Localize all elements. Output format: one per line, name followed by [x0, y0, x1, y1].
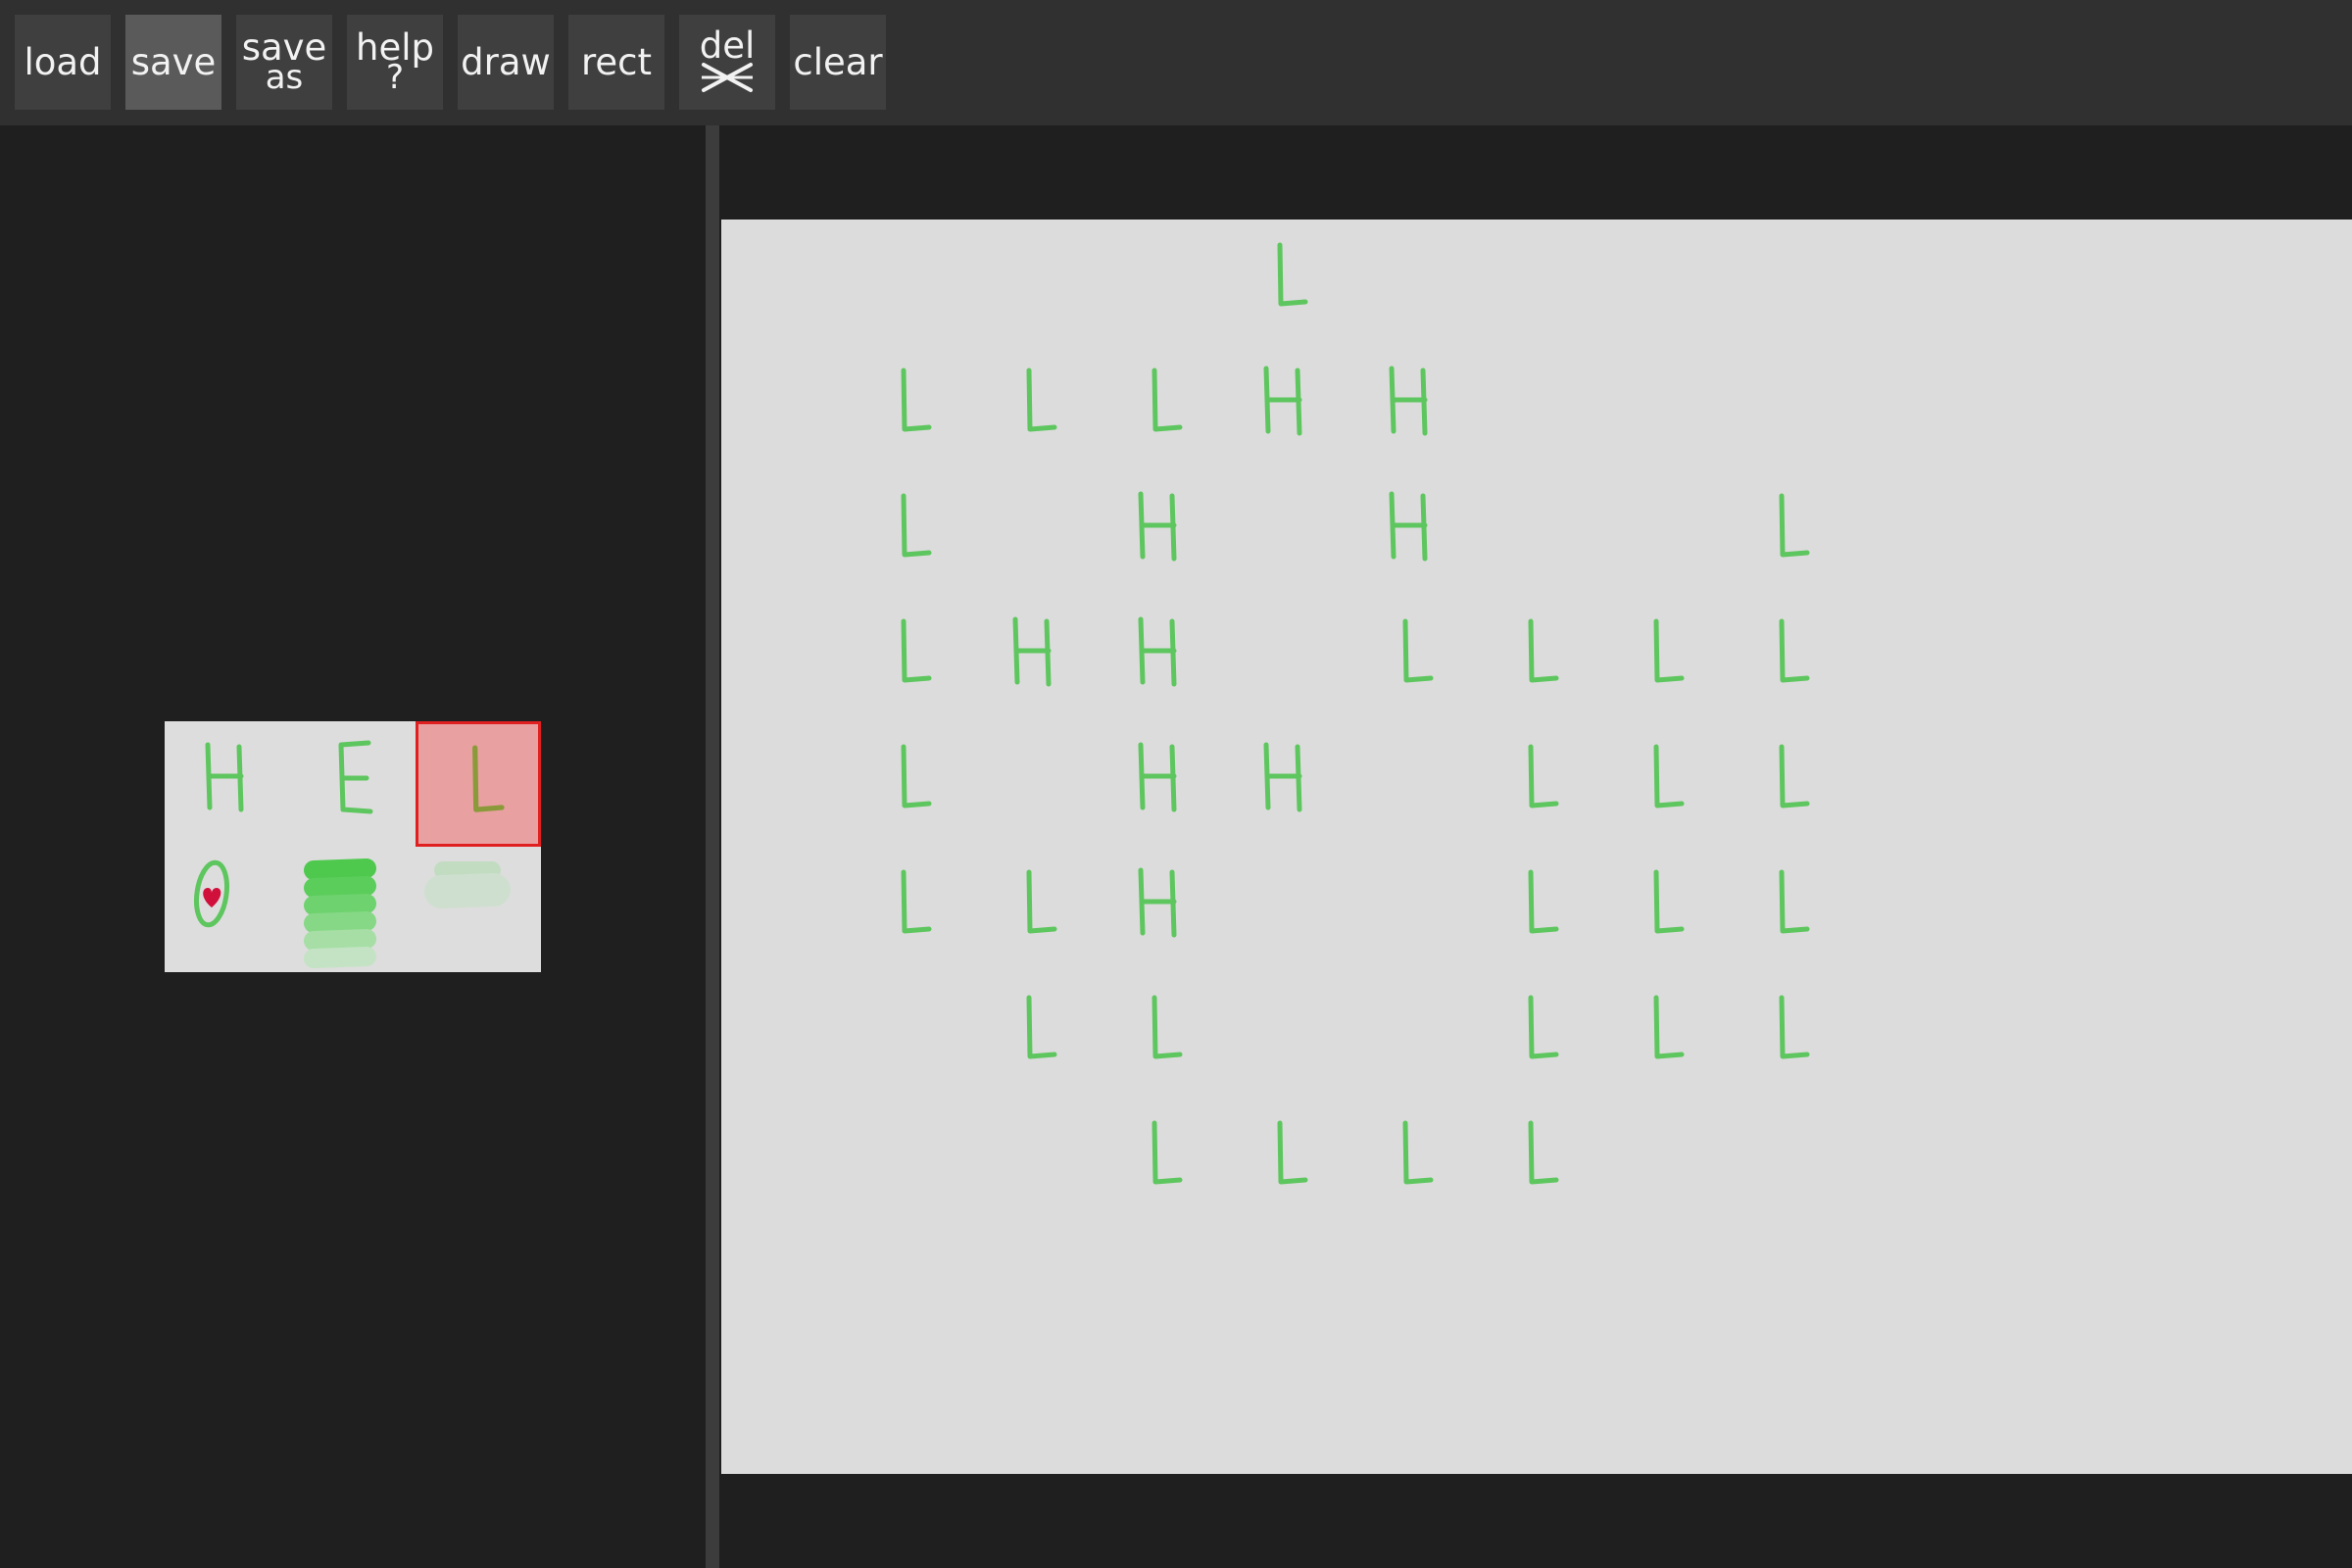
- zero-heart-icon: [193, 859, 230, 928]
- glyph-l-icon: [472, 745, 505, 812]
- canvas-glyph-h: [1389, 491, 1428, 562]
- canvas-glyph-h: [1138, 742, 1177, 812]
- panel-splitter[interactable]: [706, 125, 719, 1568]
- canvas-glyph-l: [1779, 618, 1810, 683]
- help-button-label-2: ?: [385, 57, 405, 97]
- canvas-glyph-h: [1138, 616, 1177, 687]
- canvas-glyph-l: [1277, 242, 1308, 307]
- canvas-glyph-h: [1012, 616, 1052, 687]
- drawing-canvas[interactable]: [721, 220, 2352, 1474]
- palette-tile-e[interactable]: [290, 721, 416, 847]
- palette-tile-zero-heart[interactable]: [165, 847, 290, 972]
- clear-button[interactable]: clear: [790, 15, 886, 110]
- canvas-glyph-l: [1402, 618, 1434, 683]
- palette-tile-h[interactable]: [165, 721, 290, 847]
- canvas-glyph-l: [1653, 995, 1685, 1059]
- canvas-glyph-l: [1779, 744, 1810, 808]
- canvas-glyph-l: [1026, 869, 1057, 934]
- canvas-glyph-l: [1528, 744, 1559, 808]
- canvas-glyph-h: [1263, 742, 1302, 812]
- rect-button[interactable]: rect: [568, 15, 664, 110]
- delete-button-label-1: del: [699, 24, 756, 67]
- draw-button-label-1: draw: [461, 40, 551, 83]
- glyph-e-icon: [338, 740, 373, 814]
- canvas-glyph-l: [1152, 1120, 1183, 1185]
- canvas-glyph-l: [1026, 995, 1057, 1059]
- draw-button[interactable]: draw: [458, 15, 554, 110]
- canvas-glyph-h: [1389, 366, 1428, 436]
- canvas-glyph-l: [901, 744, 932, 808]
- cross-icon: [702, 62, 753, 92]
- canvas-glyph-l: [901, 869, 932, 934]
- canvas-glyph-l: [1528, 618, 1559, 683]
- save-button[interactable]: save: [125, 15, 221, 110]
- canvas-glyph-l: [901, 368, 932, 432]
- glyph-h-icon: [205, 742, 244, 812]
- canvas-glyph-l: [1653, 618, 1685, 683]
- canvas-glyph-l: [1528, 869, 1559, 934]
- palette-tile-l[interactable]: [416, 721, 541, 847]
- canvas-glyph-l: [1152, 995, 1183, 1059]
- palette-tile-green-stack[interactable]: [290, 847, 416, 972]
- rect-button-label-1: rect: [580, 40, 652, 83]
- canvas-glyph-l: [1528, 995, 1559, 1059]
- canvas-glyph-l: [1779, 869, 1810, 934]
- load-button[interactable]: load: [15, 15, 111, 110]
- canvas-glyph-h: [1138, 491, 1177, 562]
- canvas-glyph-l: [1528, 1120, 1559, 1185]
- tile-palette: [165, 721, 541, 972]
- save-as-button-label-2: as: [265, 57, 304, 97]
- canvas-glyph-l: [1779, 493, 1810, 558]
- canvas-glyph-l: [1653, 744, 1685, 808]
- canvas-glyph-l: [1653, 869, 1685, 934]
- palette-tile-faint-stack[interactable]: [416, 847, 541, 972]
- delete-button[interactable]: del: [679, 15, 775, 110]
- canvas-glyph-l: [901, 618, 932, 683]
- canvas-glyph-l: [1026, 368, 1057, 432]
- canvas-glyph-layer: [901, 242, 1810, 1185]
- canvas-glyph-l: [1779, 995, 1810, 1059]
- canvas-glyph-h: [1138, 867, 1177, 938]
- faint-stroke-stack-icon: [424, 861, 511, 908]
- green-stroke-stack-icon: [304, 858, 376, 968]
- canvas-glyph-l: [1277, 1120, 1308, 1185]
- canvas-glyph-h: [1263, 366, 1302, 436]
- toolbar: load save save as help? draw rect del clear: [0, 0, 2352, 125]
- save-as-button[interactable]: save as: [236, 15, 332, 110]
- canvas-glyph-l: [901, 493, 932, 558]
- canvas-glyph-l: [1402, 1120, 1434, 1185]
- canvas-glyph-l: [1152, 368, 1183, 432]
- load-button-label-1: load: [24, 40, 102, 83]
- save-button-label-1: save: [130, 40, 217, 83]
- help-button[interactable]: help?: [347, 15, 443, 110]
- clear-button-label-1: clear: [793, 40, 883, 83]
